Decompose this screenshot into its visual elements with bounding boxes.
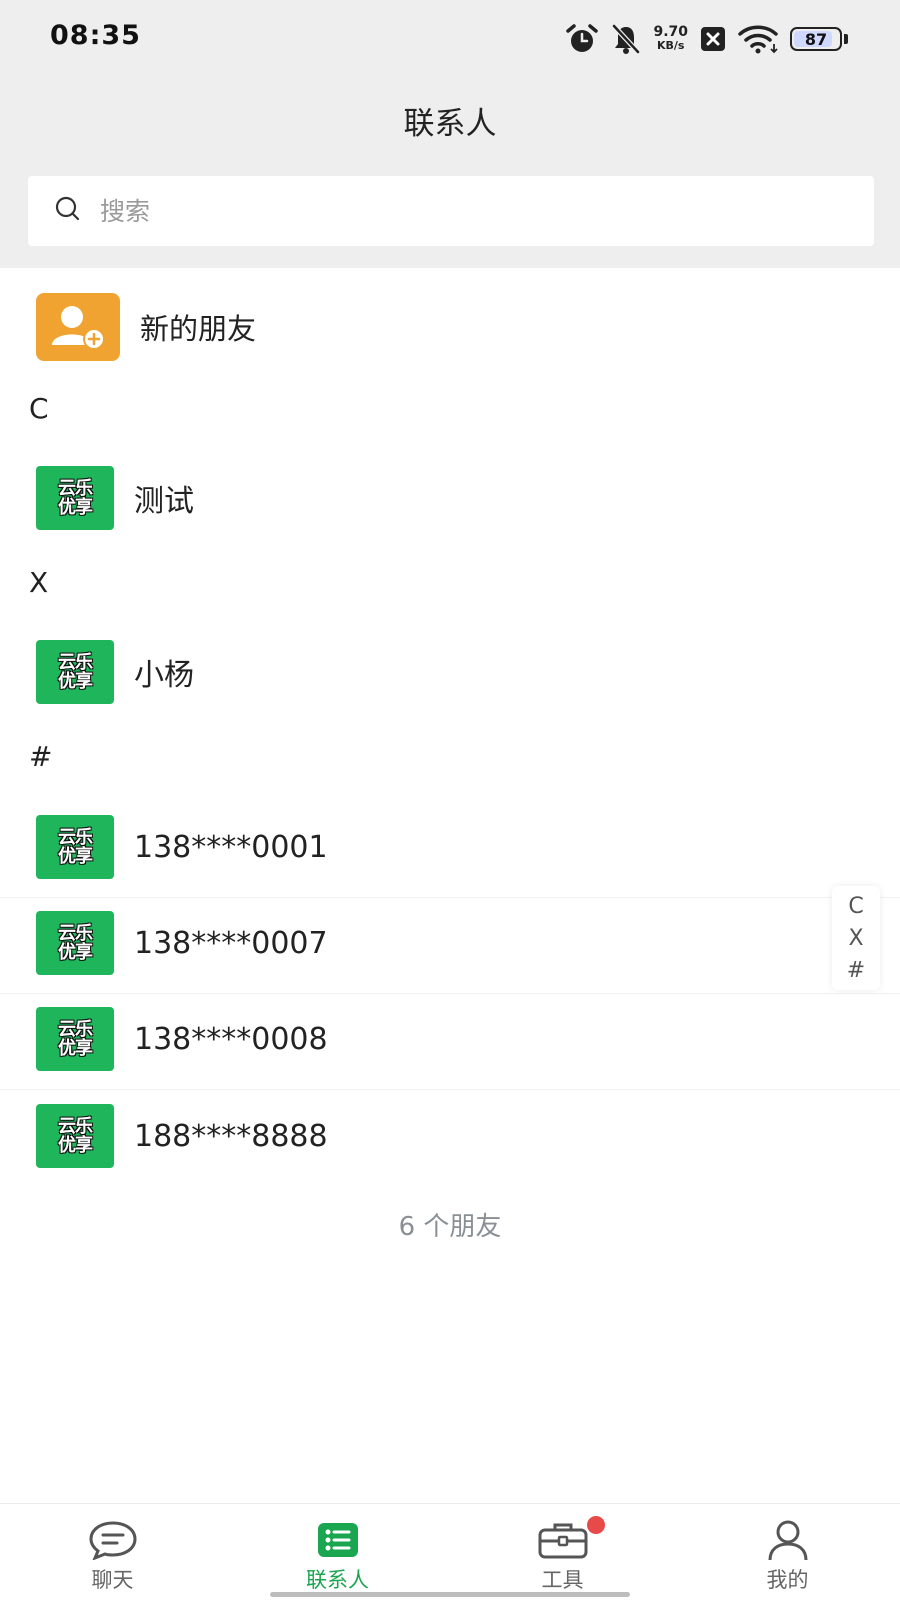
section-header-hash: # xyxy=(29,740,53,773)
contacts-list-icon xyxy=(316,1518,360,1562)
contact-name: 138****0008 xyxy=(134,1021,328,1057)
tab-tools[interactable]: 工具 xyxy=(450,1504,675,1600)
list-divider xyxy=(0,897,900,898)
contact-item[interactable]: 云乐 优享 小杨 xyxy=(0,630,900,714)
tab-contacts[interactable]: 联系人 xyxy=(225,1504,450,1600)
tab-label: 联系人 xyxy=(306,1568,369,1592)
status-icons: 9.70 KB/s 87 xyxy=(565,22,848,56)
page-title: 联系人 xyxy=(403,106,497,142)
avatar: 云乐 优享 xyxy=(36,815,114,879)
avatar: 云乐 优享 xyxy=(36,911,114,975)
contact-item[interactable]: 云乐 优享 测试 xyxy=(0,456,900,540)
tab-label: 聊天 xyxy=(91,1568,134,1592)
index-letter-hash[interactable]: # xyxy=(847,957,865,984)
tab-profile[interactable]: 我的 xyxy=(675,1504,900,1600)
contacts-screen: 08:35 9.70 KB/s 87 联系人 搜索 新的朋友 C 云乐 优享 测… xyxy=(0,0,900,1600)
tab-label: 我的 xyxy=(766,1568,809,1592)
bottom-tab-bar: 聊天 联系人 工具 我的 xyxy=(0,1503,900,1600)
tab-chat[interactable]: 聊天 xyxy=(0,1504,225,1600)
contact-name: 138****0001 xyxy=(134,829,328,865)
status-time: 08:35 xyxy=(50,20,141,51)
tab-label: 工具 xyxy=(541,1568,584,1592)
contact-name: 188****8888 xyxy=(134,1118,328,1154)
search-bar[interactable] xyxy=(28,176,874,246)
section-header-c: C xyxy=(29,392,49,425)
search-icon xyxy=(54,195,100,227)
mute-bell-icon xyxy=(611,23,641,55)
new-friends-entry[interactable]: 新的朋友 xyxy=(0,290,900,364)
section-header-x: X xyxy=(29,566,49,599)
chat-bubble-icon xyxy=(87,1518,139,1562)
status-bar: 08:35 9.70 KB/s 87 xyxy=(0,0,900,78)
list-divider xyxy=(0,1089,900,1090)
wifi-icon xyxy=(738,24,778,54)
alphabet-index-bar[interactable]: C X # xyxy=(832,886,880,990)
network-speed: 9.70 KB/s xyxy=(653,24,688,52)
avatar: 云乐 优享 xyxy=(36,640,114,704)
contact-item[interactable]: 云乐 优享 188****8888 xyxy=(0,1094,900,1178)
contact-item[interactable]: 云乐 优享 138****0007 xyxy=(0,901,900,985)
alarm-icon xyxy=(565,23,599,55)
avatar: 云乐 优享 xyxy=(36,466,114,530)
battery-icon: 87 xyxy=(790,27,842,51)
home-indicator xyxy=(270,1592,630,1597)
avatar: 云乐 优享 xyxy=(36,1104,114,1168)
list-divider xyxy=(0,993,900,994)
battery-tip xyxy=(844,34,848,44)
friend-count: 6 个朋友 xyxy=(398,1212,502,1242)
index-letter-x[interactable]: X xyxy=(848,925,863,952)
index-letter-c[interactable]: C xyxy=(848,893,863,920)
header-area: 08:35 9.70 KB/s 87 联系人 搜索 xyxy=(0,0,900,268)
contact-name: 小杨 xyxy=(134,658,194,693)
add-user-icon xyxy=(36,293,120,361)
profile-icon xyxy=(765,1518,811,1562)
toolbox-icon xyxy=(537,1516,605,1562)
contact-name: 138****0007 xyxy=(134,925,328,961)
avatar: 云乐 优享 xyxy=(36,1007,114,1071)
contact-item[interactable]: 云乐 优享 138****0001 xyxy=(0,805,900,889)
contact-name: 测试 xyxy=(134,484,194,519)
contact-item[interactable]: 云乐 优享 138****0008 xyxy=(0,997,900,1081)
new-friends-label: 新的朋友 xyxy=(140,312,257,346)
search-input[interactable] xyxy=(100,196,800,226)
x-box-icon xyxy=(700,26,726,52)
notification-badge xyxy=(586,1516,605,1534)
